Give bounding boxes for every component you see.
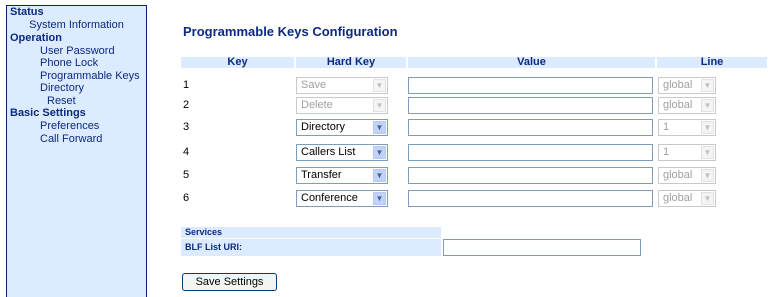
hard-key-value: Directory [301,121,346,133]
hard-key-value: Save [301,79,327,91]
chevron-down-icon[interactable]: ▼ [701,121,714,134]
column-header-key: Key [181,57,294,68]
hard-key-value: Transfer [301,169,342,181]
hard-key-select[interactable]: Conference ▼ [296,190,388,207]
line-select[interactable]: global ▼ [658,77,716,94]
save-settings-button[interactable]: Save Settings [182,273,277,291]
chevron-down-icon[interactable]: ▼ [701,146,714,159]
hard-key-value: Callers List [301,146,356,158]
chevron-down-icon[interactable]: ▼ [373,99,386,112]
sidebar-section-operation: Operation [10,31,62,44]
line-select[interactable]: global ▼ [658,97,716,114]
key-number: 6 [183,192,190,204]
hard-key-select[interactable]: Callers List ▼ [296,144,388,161]
sidebar-item-phone-lock[interactable]: Phone Lock [7,57,146,70]
blf-list-uri-label: BLF List URI: [181,239,441,256]
value-input[interactable] [408,144,653,161]
column-header-value: Value [408,57,655,68]
line-select[interactable]: 1 ▼ [658,144,716,161]
hard-key-select[interactable]: Directory ▼ [296,119,388,136]
value-input[interactable] [408,77,653,94]
chevron-down-icon[interactable]: ▼ [373,146,386,159]
value-input[interactable] [408,119,653,136]
sidebar-item-reset[interactable]: Reset [7,95,146,108]
hard-key-select[interactable]: Transfer ▼ [296,167,388,184]
sidebar-section-basic-settings: Basic Settings [10,107,86,119]
value-input[interactable] [408,190,653,207]
hard-key-value: Delete [301,99,333,111]
key-number: 3 [183,121,190,133]
line-select[interactable]: 1 ▼ [658,119,716,136]
sidebar-item-call-forward[interactable]: Call Forward [7,133,146,146]
chevron-down-icon[interactable]: ▼ [701,169,714,182]
key-number: 2 [183,99,190,111]
line-value: global [663,169,693,181]
line-select[interactable]: global ▼ [658,190,716,207]
chevron-down-icon[interactable]: ▼ [701,99,714,112]
value-input[interactable] [408,97,653,114]
chevron-down-icon[interactable]: ▼ [701,192,714,205]
line-value: global [663,192,693,204]
value-input[interactable] [408,167,653,184]
line-value: 1 [663,121,670,133]
hard-key-select[interactable]: Save ▼ [296,77,388,94]
hard-key-value: Conference [301,192,358,204]
line-select[interactable]: global ▼ [658,167,716,184]
sidebar-item-preferences[interactable]: Preferences [7,120,146,133]
sidebar-item-directory[interactable]: Directory [7,82,146,95]
chevron-down-icon[interactable]: ▼ [373,121,386,134]
chevron-down-icon[interactable]: ▼ [373,169,386,182]
key-number: 5 [183,169,190,181]
chevron-down-icon[interactable]: ▼ [373,192,386,205]
sidebar-item-user-password[interactable]: User Password [7,45,146,58]
column-header-hard-key: Hard Key [296,57,406,68]
sidebar-item-system-information[interactable]: System Information [7,19,146,32]
chevron-down-icon[interactable]: ▼ [701,79,714,92]
line-value: global [663,99,693,111]
blf-list-uri-input[interactable] [443,239,641,256]
column-header-line: Line [657,57,767,68]
hard-key-select[interactable]: Delete ▼ [296,97,388,114]
line-value: 1 [663,146,670,158]
page-title: Programmable Keys Configuration [183,24,398,39]
sidebar-nav: Status System Information Operation User… [6,5,147,297]
key-number: 1 [183,79,190,91]
line-value: global [663,79,693,91]
services-header: Services [181,227,441,238]
sidebar-section-status: Status [10,6,44,18]
chevron-down-icon[interactable]: ▼ [373,79,386,92]
key-number: 4 [183,146,190,158]
sidebar-item-programmable-keys[interactable]: Programmable Keys [7,70,146,83]
